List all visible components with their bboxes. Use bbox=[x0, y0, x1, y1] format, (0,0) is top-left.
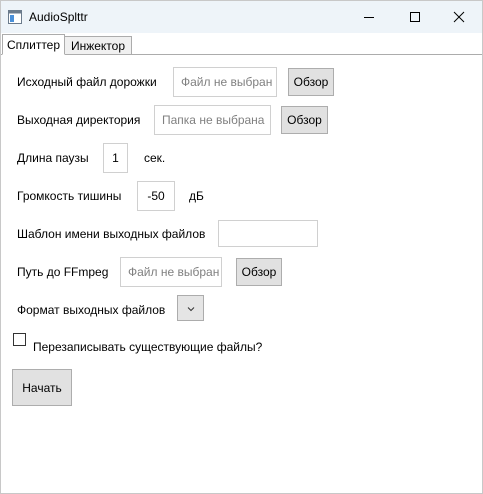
overwrite-label: Перезаписывать существующие файлы? bbox=[33, 340, 263, 354]
output-dir-browse-button[interactable]: Обзор bbox=[281, 106, 328, 134]
source-file-label: Исходный файл дорожки bbox=[17, 75, 157, 89]
source-file-input[interactable]: Файл не выбран bbox=[173, 67, 277, 97]
silence-volume-unit: дБ bbox=[189, 189, 204, 203]
ffmpeg-path-browse-button[interactable]: Обзор bbox=[236, 258, 282, 286]
silence-volume-label: Громкость тишины bbox=[17, 189, 122, 203]
pause-length-input[interactable]: 1 bbox=[103, 143, 128, 173]
maximize-icon bbox=[409, 11, 421, 23]
silence-volume-input[interactable]: -50 bbox=[137, 181, 175, 211]
app-window: AudioSplttr Сплиттер Инжектор Исходный ф… bbox=[0, 0, 483, 494]
window-title: AudioSplttr bbox=[29, 10, 88, 24]
close-icon bbox=[453, 11, 465, 23]
ffmpeg-path-input[interactable]: Файл не выбран bbox=[120, 257, 222, 287]
title-bar: AudioSplttr bbox=[1, 1, 482, 33]
output-dir-input[interactable]: Папка не выбрана bbox=[154, 105, 271, 135]
close-button[interactable] bbox=[436, 1, 482, 33]
output-format-select[interactable] bbox=[177, 295, 204, 321]
output-dir-label: Выходная директория bbox=[17, 113, 141, 127]
ffmpeg-path-label: Путь до FFmpeg bbox=[17, 265, 109, 279]
app-window-icon bbox=[8, 10, 22, 24]
output-format-label: Формат выходных файлов bbox=[17, 303, 166, 317]
maximize-button[interactable] bbox=[392, 1, 438, 33]
filename-template-label: Шаблон имени выходных файлов bbox=[17, 227, 206, 241]
tab-injector[interactable]: Инжектор bbox=[65, 36, 132, 55]
tab-splitter[interactable]: Сплиттер bbox=[2, 34, 65, 55]
start-button[interactable]: Начать bbox=[12, 369, 72, 406]
pause-length-label: Длина паузы bbox=[17, 151, 89, 165]
chevron-down-icon bbox=[187, 301, 195, 315]
splitter-panel: Исходный файл дорожки Файл не выбран Обз… bbox=[1, 55, 482, 493]
source-file-browse-button[interactable]: Обзор bbox=[288, 68, 334, 96]
overwrite-checkbox[interactable] bbox=[13, 333, 26, 346]
pause-length-unit: сек. bbox=[144, 151, 166, 165]
filename-template-input[interactable] bbox=[218, 220, 318, 247]
minimize-button[interactable] bbox=[346, 1, 392, 33]
minimize-icon bbox=[363, 11, 375, 23]
